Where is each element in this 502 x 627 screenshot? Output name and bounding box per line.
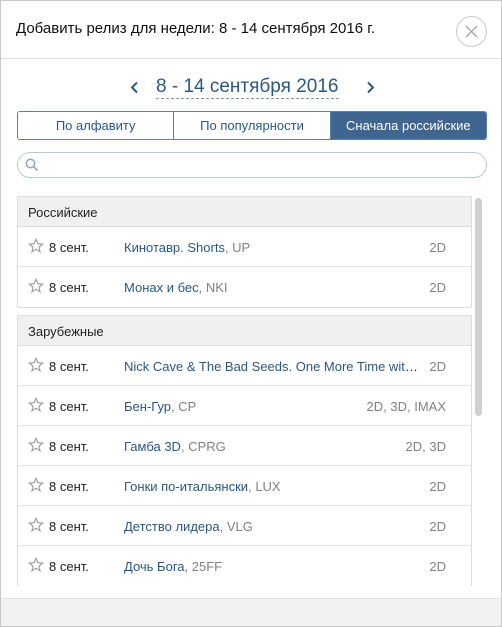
star-icon[interactable] (28, 517, 44, 533)
release-title[interactable]: Гамба 3D (124, 439, 181, 454)
release-date: 8 сент. (49, 519, 89, 534)
tab-sort-alphabet[interactable]: По алфавиту (18, 112, 175, 139)
release-row[interactable]: 8 сент. Гонки по-итальянски, LUX 2D (18, 466, 471, 506)
release-title-line: Дочь Бога, 25FF (124, 559, 418, 574)
list-scrollbar[interactable] (475, 196, 483, 586)
group-header: Российские (18, 197, 471, 227)
group-russian: Российские 8 сент. Кинотавр. Shorts, UP … (17, 196, 472, 308)
release-distributor-sep: , (198, 280, 206, 295)
release-title[interactable]: Дочь Бога (124, 559, 185, 574)
release-format: 2D, 3D, IMAX (366, 399, 446, 414)
release-distributor: CP (178, 399, 197, 414)
week-navigation: 8 - 14 сентября 2016 (1, 75, 501, 101)
release-title[interactable]: Nick Cave & The Bad Seeds. One More Time… (124, 359, 418, 374)
release-distributor-sep: , (184, 559, 192, 574)
release-format: 2D, 3D (405, 439, 446, 454)
release-title[interactable]: Детство лидера (124, 519, 220, 534)
release-title-line: Кинотавр. Shorts, UP (124, 240, 418, 255)
dialog-header: Добавить релиз для недели: 8 - 14 сентяб… (1, 1, 501, 59)
next-week-button[interactable] (360, 77, 380, 97)
release-row[interactable]: 8 сент. Nick Cave & The Bad Seeds. One M… (18, 346, 471, 386)
release-distributor: UP (232, 240, 251, 255)
release-date: 8 сент. (49, 439, 89, 454)
dialog-footer (1, 598, 501, 626)
star-icon[interactable] (28, 557, 44, 573)
release-title-line: Гамба 3D, CPRG (124, 439, 418, 454)
release-title-line: Nick Cave & The Bad Seeds. One More Time… (124, 359, 418, 374)
chevron-left-icon (130, 81, 138, 93)
release-distributor: VLG (226, 519, 253, 534)
scrollbar-thumb[interactable] (475, 198, 482, 416)
release-row[interactable]: 8 сент. Дочь Бога, 25FF 2D (18, 546, 471, 586)
group-foreign: Зарубежные 8 сент. Nick Cave & The Bad S… (17, 315, 472, 586)
release-date: 8 сент. (49, 559, 89, 574)
star-icon[interactable] (28, 357, 44, 373)
release-format: 2D (429, 559, 446, 574)
add-release-dialog: Добавить релиз для недели: 8 - 14 сентяб… (0, 0, 502, 627)
tab-sort-popularity[interactable]: По популярности (174, 112, 331, 139)
search-input[interactable] (42, 155, 477, 175)
group-header: Зарубежные (18, 316, 471, 346)
chevron-right-icon (366, 81, 374, 93)
release-row[interactable]: 8 сент. Детство лидера, VLG 2D (18, 506, 471, 546)
dialog-title: Добавить релиз для недели: 8 - 14 сентяб… (16, 20, 376, 37)
star-icon[interactable] (28, 477, 44, 493)
star-icon[interactable] (28, 238, 44, 254)
tab-sort-russian-first[interactable]: Сначала российские (330, 112, 486, 139)
close-icon (465, 25, 478, 38)
release-distributor-sep: , (219, 519, 227, 534)
release-title-line: Гонки по-итальянски, LUX (124, 479, 418, 494)
release-format: 2D (429, 280, 446, 295)
release-date: 8 сент. (49, 399, 89, 414)
release-title[interactable]: Кинотавр. Shorts (124, 240, 225, 255)
star-icon[interactable] (28, 278, 44, 294)
release-format: 2D (429, 240, 446, 255)
release-distributor: LUX (255, 479, 281, 494)
release-format: 2D (429, 519, 446, 534)
release-title[interactable]: Гонки по-итальянски (124, 479, 248, 494)
release-row[interactable]: 8 сент. Бен-Гур, CP 2D, 3D, IMAX (18, 386, 471, 426)
release-distributor: NKI (205, 280, 228, 295)
prev-week-button[interactable] (124, 77, 144, 97)
release-list[interactable]: Российские 8 сент. Кинотавр. Shorts, UP … (17, 196, 472, 586)
release-distributor: CPRG (188, 439, 226, 454)
close-button[interactable] (456, 16, 487, 47)
release-format: 2D (429, 479, 446, 494)
star-icon[interactable] (28, 437, 44, 453)
release-row[interactable]: 8 сент. Монах и бес, NKI 2D (18, 267, 471, 307)
search-icon (25, 158, 39, 172)
release-date: 8 сент. (49, 280, 89, 295)
release-title[interactable]: Монах и бес (124, 280, 199, 295)
release-title-line: Детство лидера, VLG (124, 519, 418, 534)
release-title[interactable]: Бен-Гур (124, 399, 171, 414)
release-distributor: 25FF (191, 559, 223, 574)
week-label[interactable]: 8 - 14 сентября 2016 (156, 75, 339, 99)
release-title-line: Монах и бес, NKI (124, 280, 418, 295)
release-date: 8 сент. (49, 240, 89, 255)
release-date: 8 сент. (49, 359, 89, 374)
star-icon[interactable] (28, 397, 44, 413)
sort-tabs: По алфавиту По популярности Сначала росс… (17, 111, 487, 140)
release-row[interactable]: 8 сент. Кинотавр. Shorts, UP 2D (18, 227, 471, 267)
search-box (17, 152, 487, 178)
release-format: 2D (429, 359, 446, 374)
release-row[interactable]: 8 сент. Гамба 3D, CPRG 2D, 3D (18, 426, 471, 466)
release-date: 8 сент. (49, 479, 89, 494)
